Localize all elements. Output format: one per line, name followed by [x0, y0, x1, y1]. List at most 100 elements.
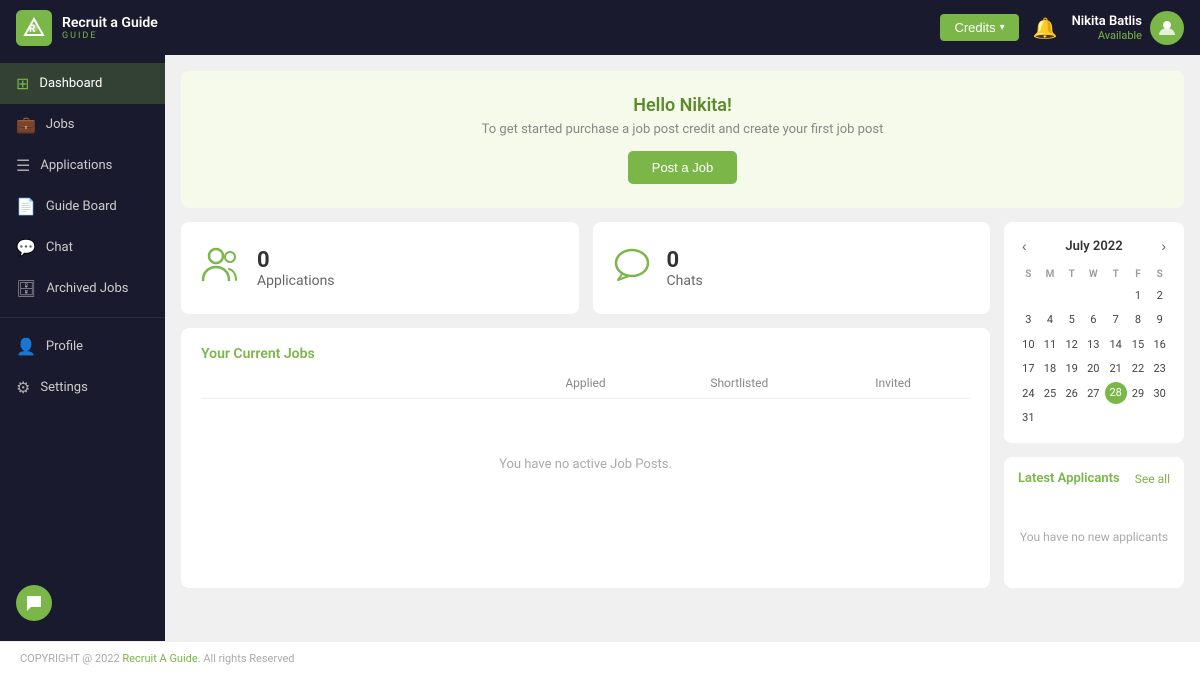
cal-label-t2: T	[1105, 266, 1127, 283]
cal-day-2[interactable]: 2	[1149, 284, 1170, 307]
applicants-title: Latest Applicants	[1018, 471, 1120, 486]
footer: COPYRIGHT @ 2022 Recruit A Guide. All ri…	[0, 641, 1200, 675]
profile-icon: 👤	[16, 337, 36, 356]
logo-main-text: Recruit a Guide	[62, 15, 158, 31]
cal-day-15[interactable]: 15	[1128, 333, 1149, 356]
archived-icon: 🗄	[16, 279, 36, 298]
stats-row: 0 Applications 0	[181, 222, 990, 314]
applications-stat-icon	[201, 246, 241, 290]
cal-day-3[interactable]: 3	[1018, 308, 1039, 331]
sidebar: ⊞ Dashboard 💼 Jobs ☰ Applications 📄 Guid…	[0, 55, 165, 641]
cal-day-24[interactable]: 24	[1018, 382, 1039, 405]
cal-day-19[interactable]: 19	[1061, 357, 1082, 380]
cal-day-23[interactable]: 23	[1149, 357, 1170, 380]
sidebar-item-settings[interactable]: ⚙ Settings	[0, 367, 165, 408]
jobs-icon: 💼	[16, 115, 36, 134]
cal-label-f: F	[1128, 266, 1149, 283]
footer-link[interactable]: Recruit A Guide	[122, 652, 197, 665]
cal-day-20[interactable]: 20	[1083, 357, 1104, 380]
calendar-month-title: July 2022	[1065, 239, 1122, 254]
sidebar-divider	[0, 317, 165, 318]
cal-day-empty-11	[1149, 406, 1170, 429]
welcome-banner: Hello Nikita! To get started purchase a …	[181, 71, 1184, 208]
chats-stat-numbers: 0 Chats	[667, 248, 703, 289]
welcome-subtitle: To get started purchase a job post credi…	[201, 122, 1164, 137]
applicants-empty-text: You have no new applicants	[1018, 500, 1170, 574]
cal-day-31[interactable]: 31	[1018, 406, 1039, 429]
sidebar-item-archived-jobs[interactable]: 🗄 Archived Jobs	[0, 268, 165, 309]
chats-label: Chats	[667, 273, 703, 289]
cal-day-21[interactable]: 21	[1105, 357, 1127, 380]
cal-day-17[interactable]: 17	[1018, 357, 1039, 380]
sidebar-label-dashboard: Dashboard	[39, 76, 102, 91]
cal-day-13[interactable]: 13	[1083, 333, 1104, 356]
cal-day-empty-8	[1083, 406, 1104, 429]
cal-day-empty-3	[1061, 284, 1082, 307]
content-area: Hello Nikita! To get started purchase a …	[165, 55, 1200, 641]
cal-day-4[interactable]: 4	[1040, 308, 1061, 331]
cal-day-26[interactable]: 26	[1061, 382, 1082, 405]
cal-label-w: W	[1083, 266, 1104, 283]
cal-day-29[interactable]: 29	[1128, 382, 1149, 405]
topbar: R Recruit a Guide GUIDE Credits ▾ 🔔 Niki…	[0, 0, 1200, 55]
cal-day-11[interactable]: 11	[1040, 333, 1061, 356]
cal-day-5[interactable]: 5	[1061, 308, 1082, 331]
cal-day-8[interactable]: 8	[1128, 308, 1149, 331]
sidebar-item-profile[interactable]: 👤 Profile	[0, 326, 165, 367]
footer-suffix: . All rights Reserved	[198, 652, 295, 665]
middle-row: 0 Applications 0	[181, 222, 1184, 588]
cal-label-s2: S	[1149, 266, 1170, 283]
bell-icon[interactable]: 🔔	[1033, 16, 1058, 40]
credits-button[interactable]: Credits ▾	[940, 14, 1018, 41]
applications-stat-numbers: 0 Applications	[257, 248, 335, 289]
sidebar-label-chat: Chat	[46, 240, 73, 255]
sidebar-item-chat[interactable]: 💬 Chat	[0, 227, 165, 268]
post-job-button[interactable]: Post a Job	[628, 151, 737, 184]
cal-day-10[interactable]: 10	[1018, 333, 1039, 356]
main-layout: ⊞ Dashboard 💼 Jobs ☰ Applications 📄 Guid…	[0, 55, 1200, 641]
see-all-link[interactable]: See all	[1135, 472, 1170, 486]
jobs-table-title: Your Current Jobs	[201, 346, 315, 362]
user-info: Nikita Batlis Available	[1072, 11, 1184, 45]
calendar-next-button[interactable]: ›	[1157, 236, 1170, 256]
user-name: Nikita Batlis	[1072, 14, 1142, 29]
jobs-col-invited: Invited	[816, 376, 970, 390]
cal-day-1[interactable]: 1	[1128, 284, 1149, 307]
chevron-down-icon: ▾	[1000, 22, 1005, 33]
cal-day-16[interactable]: 16	[1149, 333, 1170, 356]
cal-day-empty-1	[1018, 284, 1039, 307]
cal-day-30[interactable]: 30	[1149, 382, 1170, 405]
sidebar-item-applications[interactable]: ☰ Applications	[0, 145, 165, 186]
cal-label-t1: T	[1061, 266, 1082, 283]
user-name-block: Nikita Batlis Available	[1072, 14, 1142, 42]
logo-text-block: Recruit a Guide GUIDE	[62, 15, 158, 41]
calendar-prev-button[interactable]: ‹	[1018, 236, 1031, 256]
cal-day-18[interactable]: 18	[1040, 357, 1061, 380]
cal-day-22[interactable]: 22	[1128, 357, 1149, 380]
sidebar-item-dashboard[interactable]: ⊞ Dashboard	[0, 63, 165, 104]
chats-stat-card: 0 Chats	[593, 222, 991, 314]
cal-day-6[interactable]: 6	[1083, 308, 1104, 331]
jobs-header: Your Current Jobs	[201, 346, 970, 362]
jobs-col-applied: Applied	[509, 376, 663, 390]
cal-day-14[interactable]: 14	[1105, 333, 1127, 356]
left-content: 0 Applications 0	[181, 222, 990, 588]
cal-day-7[interactable]: 7	[1105, 308, 1127, 331]
chats-count: 0	[667, 248, 703, 273]
cal-day-9[interactable]: 9	[1149, 308, 1170, 331]
chat-bubble-button[interactable]	[16, 585, 52, 621]
dashboard-icon: ⊞	[16, 74, 29, 93]
logo-sub-text: GUIDE	[62, 31, 158, 41]
footer-copyright: COPYRIGHT @ 2022	[20, 652, 122, 665]
sidebar-item-guide-board[interactable]: 📄 Guide Board	[0, 186, 165, 227]
sidebar-label-settings: Settings	[40, 380, 87, 395]
cal-day-25[interactable]: 25	[1040, 382, 1061, 405]
cal-day-12[interactable]: 12	[1061, 333, 1082, 356]
sidebar-item-jobs[interactable]: 💼 Jobs	[0, 104, 165, 145]
applicants-card: Latest Applicants See all You have no ne…	[1004, 457, 1184, 588]
cal-day-27[interactable]: 27	[1083, 382, 1104, 405]
applicants-header: Latest Applicants See all	[1018, 471, 1170, 486]
cal-day-28-today[interactable]: 28	[1105, 382, 1127, 404]
user-status: Available	[1072, 29, 1142, 42]
jobs-col-name	[201, 376, 509, 390]
